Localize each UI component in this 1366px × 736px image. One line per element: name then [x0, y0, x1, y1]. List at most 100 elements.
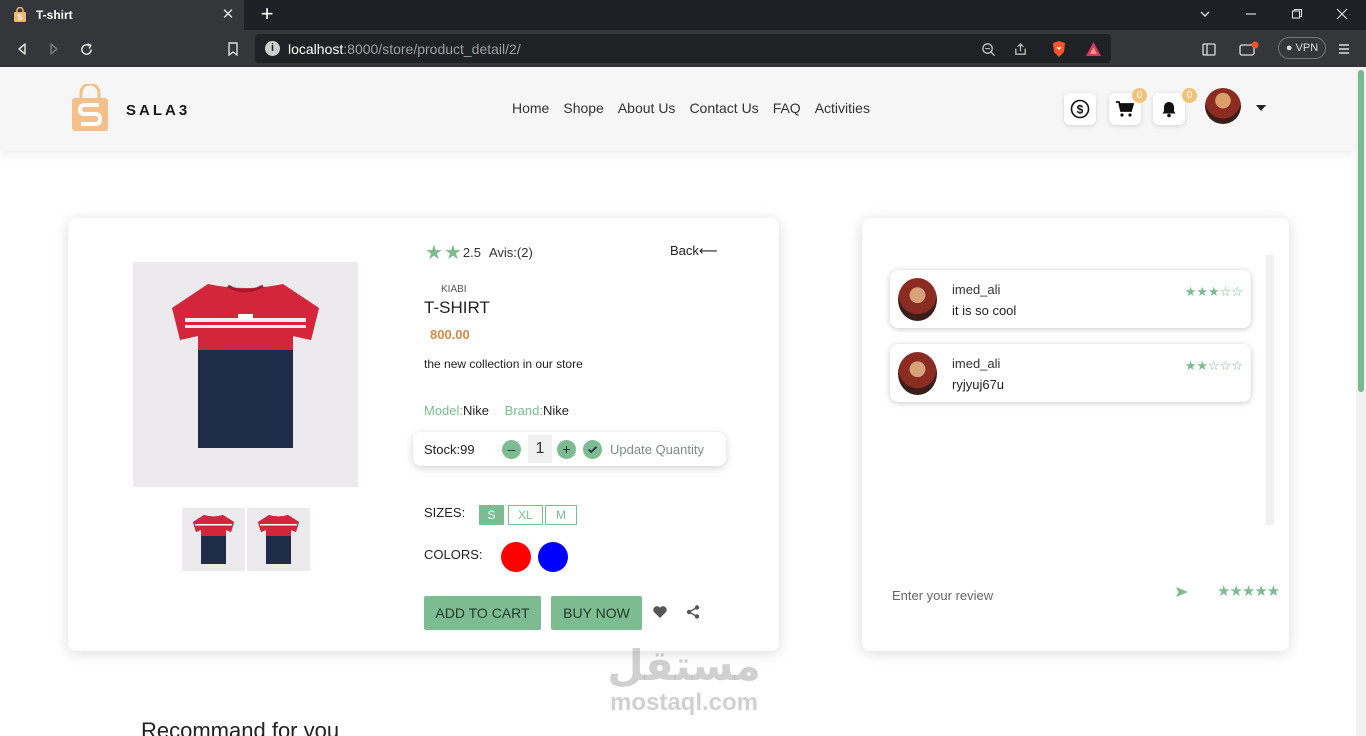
product-main-image[interactable] [133, 262, 358, 487]
svg-text:S: S [17, 13, 23, 22]
close-tab-icon[interactable]: ✕ [220, 7, 236, 23]
sidebar-icon[interactable] [1198, 38, 1220, 60]
browser-tab[interactable]: S T-shirt ✕ [0, 0, 244, 30]
svg-text:$: $ [1077, 103, 1084, 117]
color-swatch-blue[interactable] [538, 542, 568, 572]
new-tab-button[interactable]: + [256, 3, 278, 25]
watermark: مستقل mostaql.com [599, 642, 769, 716]
share-nodes-icon[interactable] [685, 604, 701, 620]
shopping-bag-icon: S [12, 7, 28, 23]
update-quantity-button[interactable] [583, 440, 602, 459]
minimize-icon[interactable] [1240, 4, 1262, 26]
forward-arrow-icon[interactable] [43, 38, 65, 60]
product-vendor: KIABI [441, 284, 467, 295]
product-rating: ★ ★ 2.5 Avis:(2) [425, 240, 533, 265]
add-to-cart-button[interactable]: ADD TO CART [424, 596, 541, 630]
review-input[interactable] [892, 585, 1152, 605]
browser-tab-bar: S T-shirt ✕ + [0, 0, 1366, 30]
watermark-latin: mostaql.com [609, 689, 759, 716]
send-icon[interactable] [1174, 584, 1190, 600]
vpn-button[interactable]: ● VPN [1278, 37, 1326, 59]
product-description: the new collection in our store [424, 357, 583, 371]
vpn-label: VPN [1295, 42, 1319, 54]
increase-quantity-button[interactable]: + [557, 440, 576, 459]
cart-icon [1116, 101, 1135, 117]
size-option-s[interactable]: S [479, 505, 504, 525]
buy-now-button[interactable]: BUY NOW [551, 596, 642, 630]
nav-shope[interactable]: Shope [563, 100, 603, 116]
product-card: ★ ★ 2.5 Avis:(2) Back⟵ KIABI T-SHIRT 800… [68, 218, 779, 651]
back-link[interactable]: Back⟵ [670, 243, 718, 259]
review-stars: ★★☆☆☆ [1184, 358, 1243, 373]
product-price: 800.00 [430, 327, 470, 342]
star-icon: ★ [425, 242, 443, 264]
wallet-icon[interactable] [1238, 38, 1260, 60]
model-value: Nike [463, 403, 490, 418]
decrease-quantity-button[interactable]: – [502, 440, 521, 459]
user-avatar[interactable] [1205, 88, 1241, 124]
stock-count: Stock:99 [424, 442, 475, 457]
review-count: Avis:(2) [488, 245, 533, 260]
size-option-xl[interactable]: XL [508, 505, 543, 525]
page-scrollbar-thumb[interactable] [1358, 70, 1364, 392]
product-meta: Model:Nike Brand:Nike [424, 403, 569, 418]
chevron-down-icon[interactable] [1256, 105, 1266, 111]
reviewer-avatar [898, 278, 937, 321]
reviews-scrollbar[interactable] [1266, 255, 1274, 525]
review-stars: ★★★☆☆ [1184, 284, 1243, 299]
menu-icon[interactable] [1333, 38, 1355, 60]
share-icon[interactable] [1011, 40, 1029, 58]
brand-value: Nike [542, 403, 569, 418]
tab-search-icon[interactable] [1194, 4, 1216, 26]
main-nav: Home Shope About Us Contact Us FAQ Activ… [512, 100, 870, 116]
currency-button[interactable]: $ [1064, 93, 1096, 125]
reload-icon[interactable] [75, 38, 97, 60]
nav-about-us[interactable]: About Us [618, 100, 676, 116]
shopping-bag-logo-icon[interactable] [70, 82, 110, 132]
color-swatch-red[interactable] [501, 542, 531, 572]
nav-faq[interactable]: FAQ [773, 100, 801, 116]
bookmark-icon[interactable] [222, 38, 244, 60]
reviewer-name: imed_ali [952, 356, 1001, 371]
update-quantity-label[interactable]: Update Quantity [610, 442, 704, 457]
notification-count-badge: 0 [1182, 88, 1197, 103]
rating-value: 2.5 [462, 245, 481, 260]
sizes-label: SIZES: [424, 505, 466, 520]
product-thumbnail[interactable] [247, 508, 310, 571]
review-text: it is so cool [952, 303, 1017, 318]
quantity-panel: Stock:99 – 1 + Update Quantity [413, 432, 726, 466]
review-text: ryjyuj67u [952, 377, 1005, 392]
check-icon [587, 446, 598, 454]
brave-shield-icon[interactable] [1050, 40, 1068, 58]
cart-count-badge: 0 [1132, 88, 1147, 103]
rating-picker[interactable]: ★★★★★ [1217, 582, 1280, 600]
bell-icon [1162, 102, 1176, 118]
restore-icon[interactable] [1286, 4, 1308, 26]
nav-activities[interactable]: Activities [815, 100, 870, 116]
browser-toolbar: i localhost:8000/store/product_detail/2/… [0, 30, 1366, 67]
brand-name[interactable]: SALA3 [126, 102, 190, 119]
reviewer-avatar [898, 352, 937, 395]
watermark-arabic: مستقل [607, 641, 761, 690]
nav-contact-us[interactable]: Contact Us [689, 100, 758, 116]
product-name: T-SHIRT [424, 298, 490, 317]
site-info-icon[interactable]: i [265, 41, 280, 56]
review-item: imed_ali it is so cool ★★★☆☆ [890, 270, 1251, 328]
brand-label: Brand: [504, 403, 543, 418]
notifications-button[interactable] [1153, 93, 1185, 125]
brave-rewards-icon[interactable] [1084, 40, 1102, 58]
url-text: localhost:8000/store/product_detail/2/ [288, 41, 521, 57]
heart-icon[interactable] [652, 604, 668, 620]
product-thumbnail[interactable] [182, 508, 245, 571]
site-header: SALA3 Home Shope About Us Contact Us FAQ… [0, 67, 1356, 151]
colors-label: COLORS: [424, 547, 483, 562]
quantity-value[interactable]: 1 [528, 435, 552, 463]
size-option-m[interactable]: M [545, 505, 577, 525]
nav-home[interactable]: Home [512, 100, 549, 116]
address-bar[interactable]: i localhost:8000/store/product_detail/2/ [255, 34, 1111, 63]
zoom-icon[interactable] [979, 40, 997, 58]
close-window-icon[interactable] [1331, 4, 1353, 26]
reviews-card: imed_ali it is so cool ★★★☆☆ imed_ali ry… [862, 218, 1289, 651]
star-icon: ★ [443, 242, 462, 264]
back-arrow-icon[interactable] [11, 38, 33, 60]
